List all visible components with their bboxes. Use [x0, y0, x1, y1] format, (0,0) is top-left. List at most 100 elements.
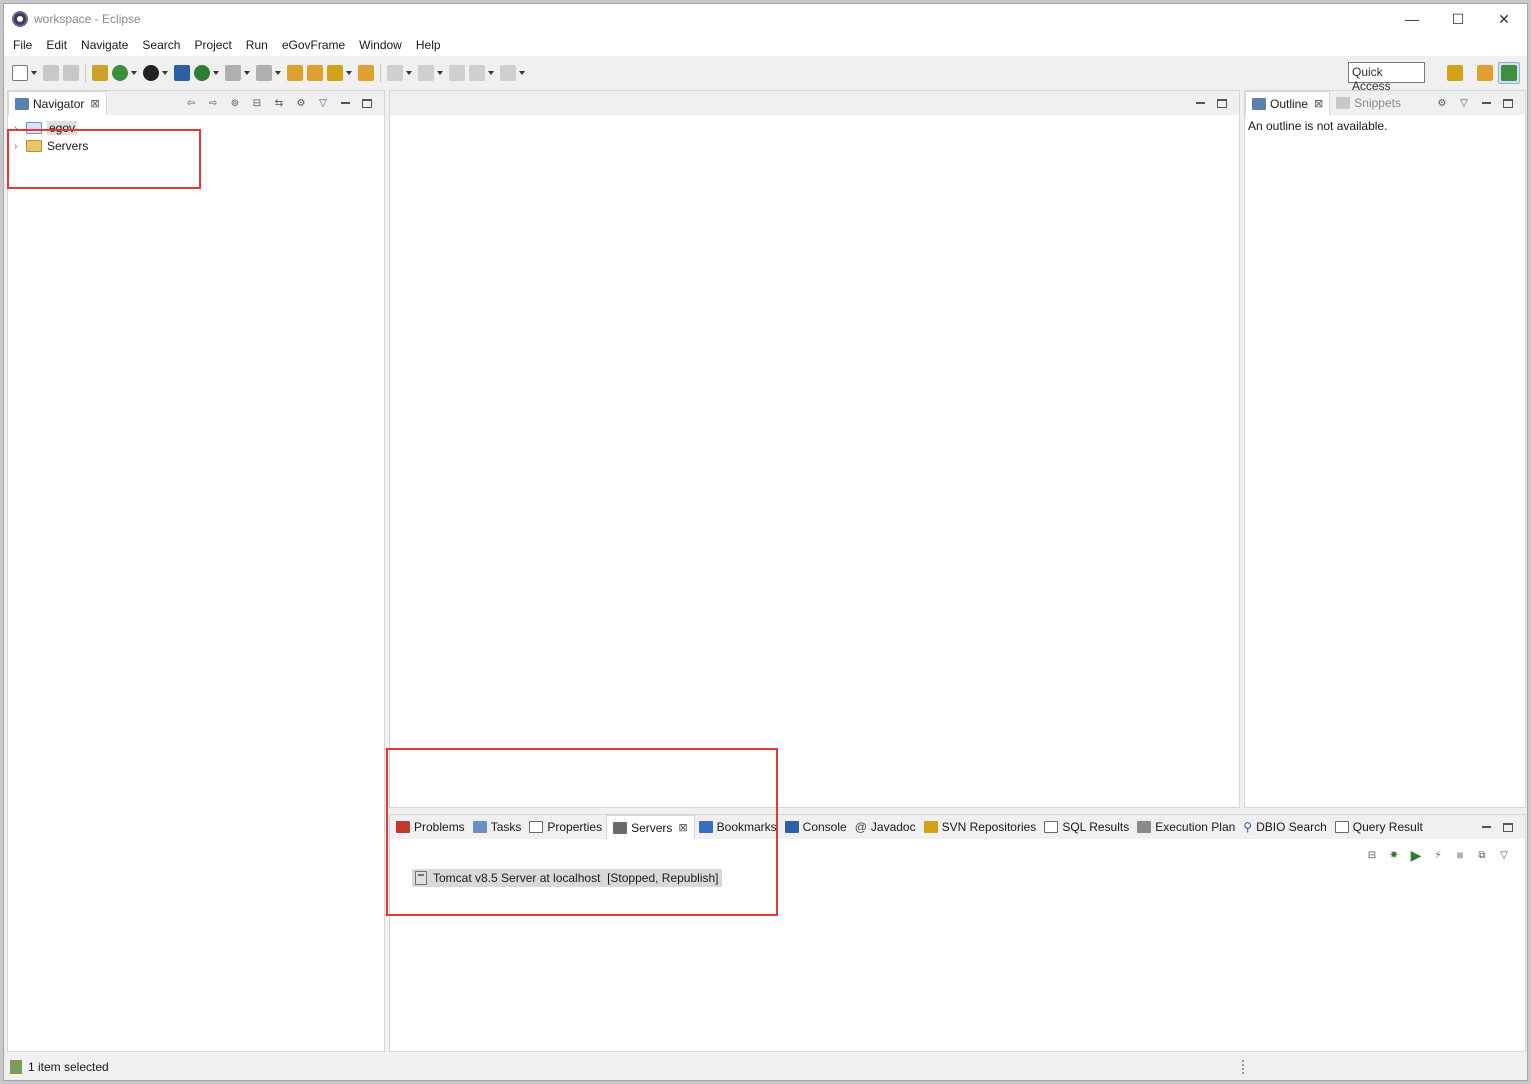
save-all-icon[interactable]: [63, 65, 79, 81]
run-icon[interactable]: [194, 65, 210, 81]
maximize-view-button[interactable]: [1214, 95, 1230, 111]
snippets-tab-label: Snippets: [1354, 96, 1401, 110]
menu-file[interactable]: File: [6, 38, 39, 52]
view-menu-icon[interactable]: ▽: [1456, 95, 1472, 111]
egov-perspective-icon[interactable]: [1498, 62, 1520, 84]
debug-icon[interactable]: ✸: [1386, 847, 1402, 863]
maximize-view-button[interactable]: [1500, 819, 1516, 835]
back-icon[interactable]: ⇦: [183, 95, 199, 111]
tab-sql-results[interactable]: SQL Results: [1040, 815, 1133, 839]
tab-label: Console: [802, 820, 847, 834]
menu-help[interactable]: Help: [409, 38, 448, 52]
chevron-down-icon[interactable]: [31, 71, 37, 75]
filter-icon[interactable]: ⚙: [293, 95, 309, 111]
tab-navigator[interactable]: Navigator ⊠: [8, 91, 107, 115]
package-icon[interactable]: [92, 65, 108, 81]
editor-area: [389, 90, 1240, 808]
save-icon[interactable]: [43, 65, 59, 81]
outline-icon: [1252, 97, 1266, 110]
menu-search[interactable]: Search: [135, 38, 187, 52]
toolbar-separator: [85, 64, 86, 82]
close-icon[interactable]: ⊠: [90, 97, 99, 110]
menu-project[interactable]: Project: [187, 38, 238, 52]
close-button[interactable]: ✕: [1481, 4, 1527, 34]
tab-label: SQL Results: [1062, 820, 1130, 834]
next-annotation-icon[interactable]: [387, 65, 403, 81]
previous-annotation-icon[interactable]: [418, 65, 434, 81]
chevron-down-icon[interactable]: [131, 71, 137, 75]
new-icon[interactable]: [12, 65, 28, 81]
pen-icon[interactable]: [327, 65, 343, 81]
title-bar: workspace - Eclipse — ☐ ✕: [4, 4, 1527, 34]
minimize-view-button[interactable]: [337, 95, 353, 111]
menu-egovframe[interactable]: eGovFrame: [275, 38, 352, 52]
status-text: 1 item selected: [28, 1060, 109, 1074]
sql-results-icon: [1044, 821, 1059, 833]
java-perspective-icon[interactable]: [1474, 62, 1496, 84]
menu-navigate[interactable]: Navigate: [74, 38, 135, 52]
tab-snippets[interactable]: Snippets: [1330, 91, 1407, 115]
refresh-icon[interactable]: [112, 65, 128, 81]
back-icon[interactable]: [469, 65, 485, 81]
eclipse-logo-icon: [12, 11, 28, 27]
view-menu-icon[interactable]: ▽: [1496, 847, 1512, 863]
maximize-view-button[interactable]: [1500, 95, 1516, 111]
quick-access-field[interactable]: Quick Access: [1348, 62, 1425, 93]
chevron-down-icon[interactable]: [346, 71, 352, 75]
stop-server-icon[interactable]: ■: [1452, 847, 1468, 863]
profile-icon[interactable]: ⚡: [1430, 847, 1446, 863]
tab-outline[interactable]: Outline ⊠: [1245, 91, 1331, 115]
menu-run[interactable]: Run: [239, 38, 275, 52]
tab-javadoc[interactable]: @ Javadoc: [851, 815, 920, 839]
maximize-view-button[interactable]: [359, 95, 375, 111]
tab-console[interactable]: Console: [781, 815, 851, 839]
last-edit-icon[interactable]: [449, 65, 465, 81]
chevron-down-icon[interactable]: [162, 71, 168, 75]
open-resource-icon[interactable]: [307, 65, 323, 81]
menu-window[interactable]: Window: [352, 38, 409, 52]
search-folder-icon[interactable]: [358, 65, 374, 81]
open-perspective-icon[interactable]: [1444, 62, 1466, 84]
search-icon: ⚲: [1243, 820, 1253, 834]
minimize-view-button[interactable]: [1192, 95, 1208, 111]
tab-dbio-search[interactable]: ⚲ DBIO Search: [1239, 815, 1331, 839]
chevron-down-icon[interactable]: [519, 71, 525, 75]
outline-header: Outline ⊠ Snippets ⚙ ▽: [1245, 91, 1525, 115]
navigator-header: Navigator ⊠ ⇦ ⇨ ⊚ ⊟ ⇆ ⚙ ▽: [8, 91, 384, 115]
tab-svn-repositories[interactable]: SVN Repositories: [920, 815, 1041, 839]
tab-execution-plan[interactable]: Execution Plan: [1133, 815, 1239, 839]
up-icon[interactable]: ⊚: [227, 95, 243, 111]
collapse-all-icon[interactable]: ⊟: [1364, 847, 1380, 863]
publish-icon[interactable]: ⧉: [1474, 847, 1490, 863]
maximize-button[interactable]: ☐: [1435, 4, 1481, 34]
forward-icon[interactable]: [500, 65, 516, 81]
menu-edit[interactable]: Edit: [39, 38, 74, 52]
stop-icon[interactable]: [225, 65, 241, 81]
eclipse-window: workspace - Eclipse — ☐ ✕ File Edit Navi…: [3, 3, 1528, 1081]
chevron-down-icon[interactable]: [406, 71, 412, 75]
debug-icon[interactable]: [256, 65, 272, 81]
link-with-editor-icon[interactable]: ⇆: [271, 95, 287, 111]
chevron-down-icon[interactable]: [437, 71, 443, 75]
minimize-view-button[interactable]: [1478, 819, 1494, 835]
filter-icon[interactable]: ⚙: [1434, 95, 1450, 111]
chevron-down-icon[interactable]: [244, 71, 250, 75]
open-type-icon[interactable]: [287, 65, 303, 81]
chevron-down-icon[interactable]: [488, 71, 494, 75]
highlight-box-servers: [386, 748, 778, 916]
minimize-view-button[interactable]: [1478, 95, 1494, 111]
view-menu-icon[interactable]: ▽: [315, 95, 331, 111]
navigator-tools: ⇦ ⇨ ⊚ ⊟ ⇆ ⚙ ▽: [180, 91, 378, 115]
start-server-icon[interactable]: ▶: [1408, 847, 1424, 863]
forward-icon[interactable]: ⇨: [205, 95, 221, 111]
user-icon[interactable]: [143, 65, 159, 81]
chevron-down-icon[interactable]: [213, 71, 219, 75]
collapse-all-icon[interactable]: ⊟: [249, 95, 265, 111]
navigator-panel: Navigator ⊠ ⇦ ⇨ ⊚ ⊟ ⇆ ⚙ ▽ › egov › Serve…: [7, 90, 385, 1052]
chevron-down-icon[interactable]: [275, 71, 281, 75]
tab-query-result[interactable]: Query Result: [1331, 815, 1427, 839]
editor-tools: [1189, 91, 1233, 115]
close-icon[interactable]: ⊠: [1314, 97, 1323, 110]
minimize-button[interactable]: —: [1389, 4, 1435, 34]
monitor-icon[interactable]: [174, 65, 190, 81]
